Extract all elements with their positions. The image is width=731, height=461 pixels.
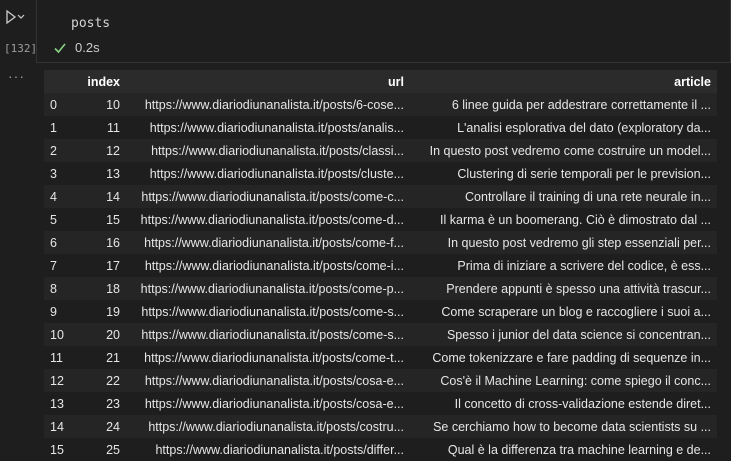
chevron-down-icon — [17, 14, 25, 19]
row-index-cell: 6 — [44, 231, 80, 254]
article-cell: Prendere appunti è spesso una attività t… — [410, 277, 717, 300]
url-cell: https://www.diariodiunanalista.it/posts/… — [126, 162, 410, 185]
index-cell: 19 — [80, 300, 126, 323]
article-cell: Clustering di serie temporali per le pre… — [410, 162, 717, 185]
row-index-cell: 5 — [44, 208, 80, 231]
output-more-menu[interactable]: ··· — [8, 68, 25, 84]
article-cell: Spesso i junior del data science si conc… — [410, 323, 717, 346]
row-index-cell: 14 — [44, 415, 80, 438]
table-row: 14 24 https://www.diariodiunanalista.it/po… — [44, 415, 717, 438]
table-row: 8 18 https://www.diariodiunanalista.it/pos… — [44, 277, 717, 300]
article-cell: Come scraperare un blog e raccogliere i … — [410, 300, 717, 323]
row-index-cell: 0 — [44, 93, 80, 116]
row-index-cell: 10 — [44, 323, 80, 346]
index-cell: 21 — [80, 346, 126, 369]
article-cell: Il concetto di cross-validazione estende… — [410, 392, 717, 415]
table-row: 1 11 https://www.diariodiunanalista.it/pos… — [44, 116, 717, 139]
article-cell: Il karma è un boomerang. Ciò è dimostrat… — [410, 208, 717, 231]
row-index-cell: 2 — [44, 139, 80, 162]
url-cell: https://www.diariodiunanalista.it/posts/… — [126, 208, 410, 231]
table-header-row: index url article — [44, 70, 717, 93]
row-index-cell: 11 — [44, 346, 80, 369]
play-icon — [6, 9, 25, 25]
table-row: 12 22 https://www.diariodiunanalista.it/po… — [44, 369, 717, 392]
url-cell: https://www.diariodiunanalista.it/posts/… — [126, 116, 410, 139]
row-index-cell: 9 — [44, 300, 80, 323]
url-cell: https://www.diariodiunanalista.it/posts/… — [126, 300, 410, 323]
code-editor-line[interactable]: posts — [71, 16, 110, 31]
table-row: 3 13 https://www.diariodiunanalista.it/pos… — [44, 162, 717, 185]
row-index-cell: 1 — [44, 116, 80, 139]
index-cell: 17 — [80, 254, 126, 277]
row-index-cell: 13 — [44, 392, 80, 415]
index-cell: 13 — [80, 162, 126, 185]
code-cell[interactable]: posts 0.2s — [36, 0, 731, 63]
article-cell: Cos'è il Machine Learning: come spiego i… — [410, 369, 717, 392]
index-cell: 23 — [80, 392, 126, 415]
article-cell: 6 linee guida per addestrare correttamen… — [410, 93, 717, 116]
dataframe-table: index url article 0 10 https://www.diariod… — [44, 70, 717, 461]
article-cell: In questo post vedremo come costruire un… — [410, 139, 717, 162]
index-cell: 22 — [80, 369, 126, 392]
table-row: 4 14 https://www.diariodiunanalista.it/pos… — [44, 185, 717, 208]
url-cell: https://www.diariodiunanalista.it/posts/… — [126, 346, 410, 369]
index-cell: 11 — [80, 116, 126, 139]
url-cell: https://www.diariodiunanalista.it/posts/… — [126, 369, 410, 392]
execution-status: 0.2s — [53, 40, 100, 55]
header-article: article — [410, 70, 717, 93]
index-cell: 14 — [80, 185, 126, 208]
table-row: 2 12 https://www.diariodiunanalista.it/pos… — [44, 139, 717, 162]
row-index-cell: 12 — [44, 369, 80, 392]
cell-output: index url article 0 10 https://www.diariod… — [44, 70, 717, 461]
row-index-cell: 7 — [44, 254, 80, 277]
article-cell: L'analisi esplorativa del dato (explorat… — [410, 116, 717, 139]
table-row: 0 10 https://www.diariodiunanalista.it/pos… — [44, 93, 717, 116]
index-cell: 18 — [80, 277, 126, 300]
article-cell: In questo post vedremo gli step essenzia… — [410, 231, 717, 254]
run-cell-button[interactable] — [4, 8, 26, 26]
url-cell: https://www.diariodiunanalista.it/posts/… — [126, 139, 410, 162]
table-row: 13 23 https://www.diariodiunanalista.it/po… — [44, 392, 717, 415]
table-row: 10 20 https://www.diariodiunanalista.it/po… — [44, 323, 717, 346]
table-row: 6 16 https://www.diariodiunanalista.it/pos… — [44, 231, 717, 254]
index-cell: 20 — [80, 323, 126, 346]
execution-time: 0.2s — [75, 40, 100, 55]
article-cell: Controllare il training di una rete neur… — [410, 185, 717, 208]
cell-gutter: [132] ··· — [0, 0, 38, 450]
check-icon — [54, 42, 66, 53]
index-cell: 24 — [80, 415, 126, 438]
url-cell: https://www.diariodiunanalista.it/posts/… — [126, 185, 410, 208]
url-cell: https://www.diariodiunanalista.it/posts/… — [126, 415, 410, 438]
url-cell: https://www.diariodiunanalista.it/posts/… — [126, 392, 410, 415]
article-cell: Come tokenizzare e fare padding di seque… — [410, 346, 717, 369]
url-cell: https://www.diariodiunanalista.it/posts/… — [126, 93, 410, 116]
table-row: 7 17 https://www.diariodiunanalista.it/pos… — [44, 254, 717, 277]
url-cell: https://www.diariodiunanalista.it/posts/… — [126, 323, 410, 346]
article-cell: Se cerchiamo how to become data scientis… — [410, 415, 717, 438]
header-url: url — [126, 70, 410, 93]
table-body: 0 10 https://www.diariodiunanalista.it/pos… — [44, 93, 717, 461]
table-row: 11 21 https://www.diariodiunanalista.it/po… — [44, 346, 717, 369]
table-row: 9 19 https://www.diariodiunanalista.it/pos… — [44, 300, 717, 323]
row-index-cell: 8 — [44, 277, 80, 300]
index-cell: 16 — [80, 231, 126, 254]
article-cell: Prima di iniziare a scrivere del codice,… — [410, 254, 717, 277]
index-cell: 10 — [80, 93, 126, 116]
table-row: 5 15 https://www.diariodiunanalista.it/pos… — [44, 208, 717, 231]
url-cell: https://www.diariodiunanalista.it/posts/… — [126, 231, 410, 254]
execution-count: [132] — [4, 42, 38, 55]
index-cell: 12 — [80, 139, 126, 162]
header-rowindex — [44, 70, 80, 93]
url-cell: https://www.diariodiunanalista.it/posts/… — [126, 254, 410, 277]
row-index-cell: 3 — [44, 162, 80, 185]
row-index-cell: 4 — [44, 185, 80, 208]
url-cell: https://www.diariodiunanalista.it/posts/… — [126, 277, 410, 300]
header-index: index — [80, 70, 126, 93]
index-cell: 15 — [80, 208, 126, 231]
